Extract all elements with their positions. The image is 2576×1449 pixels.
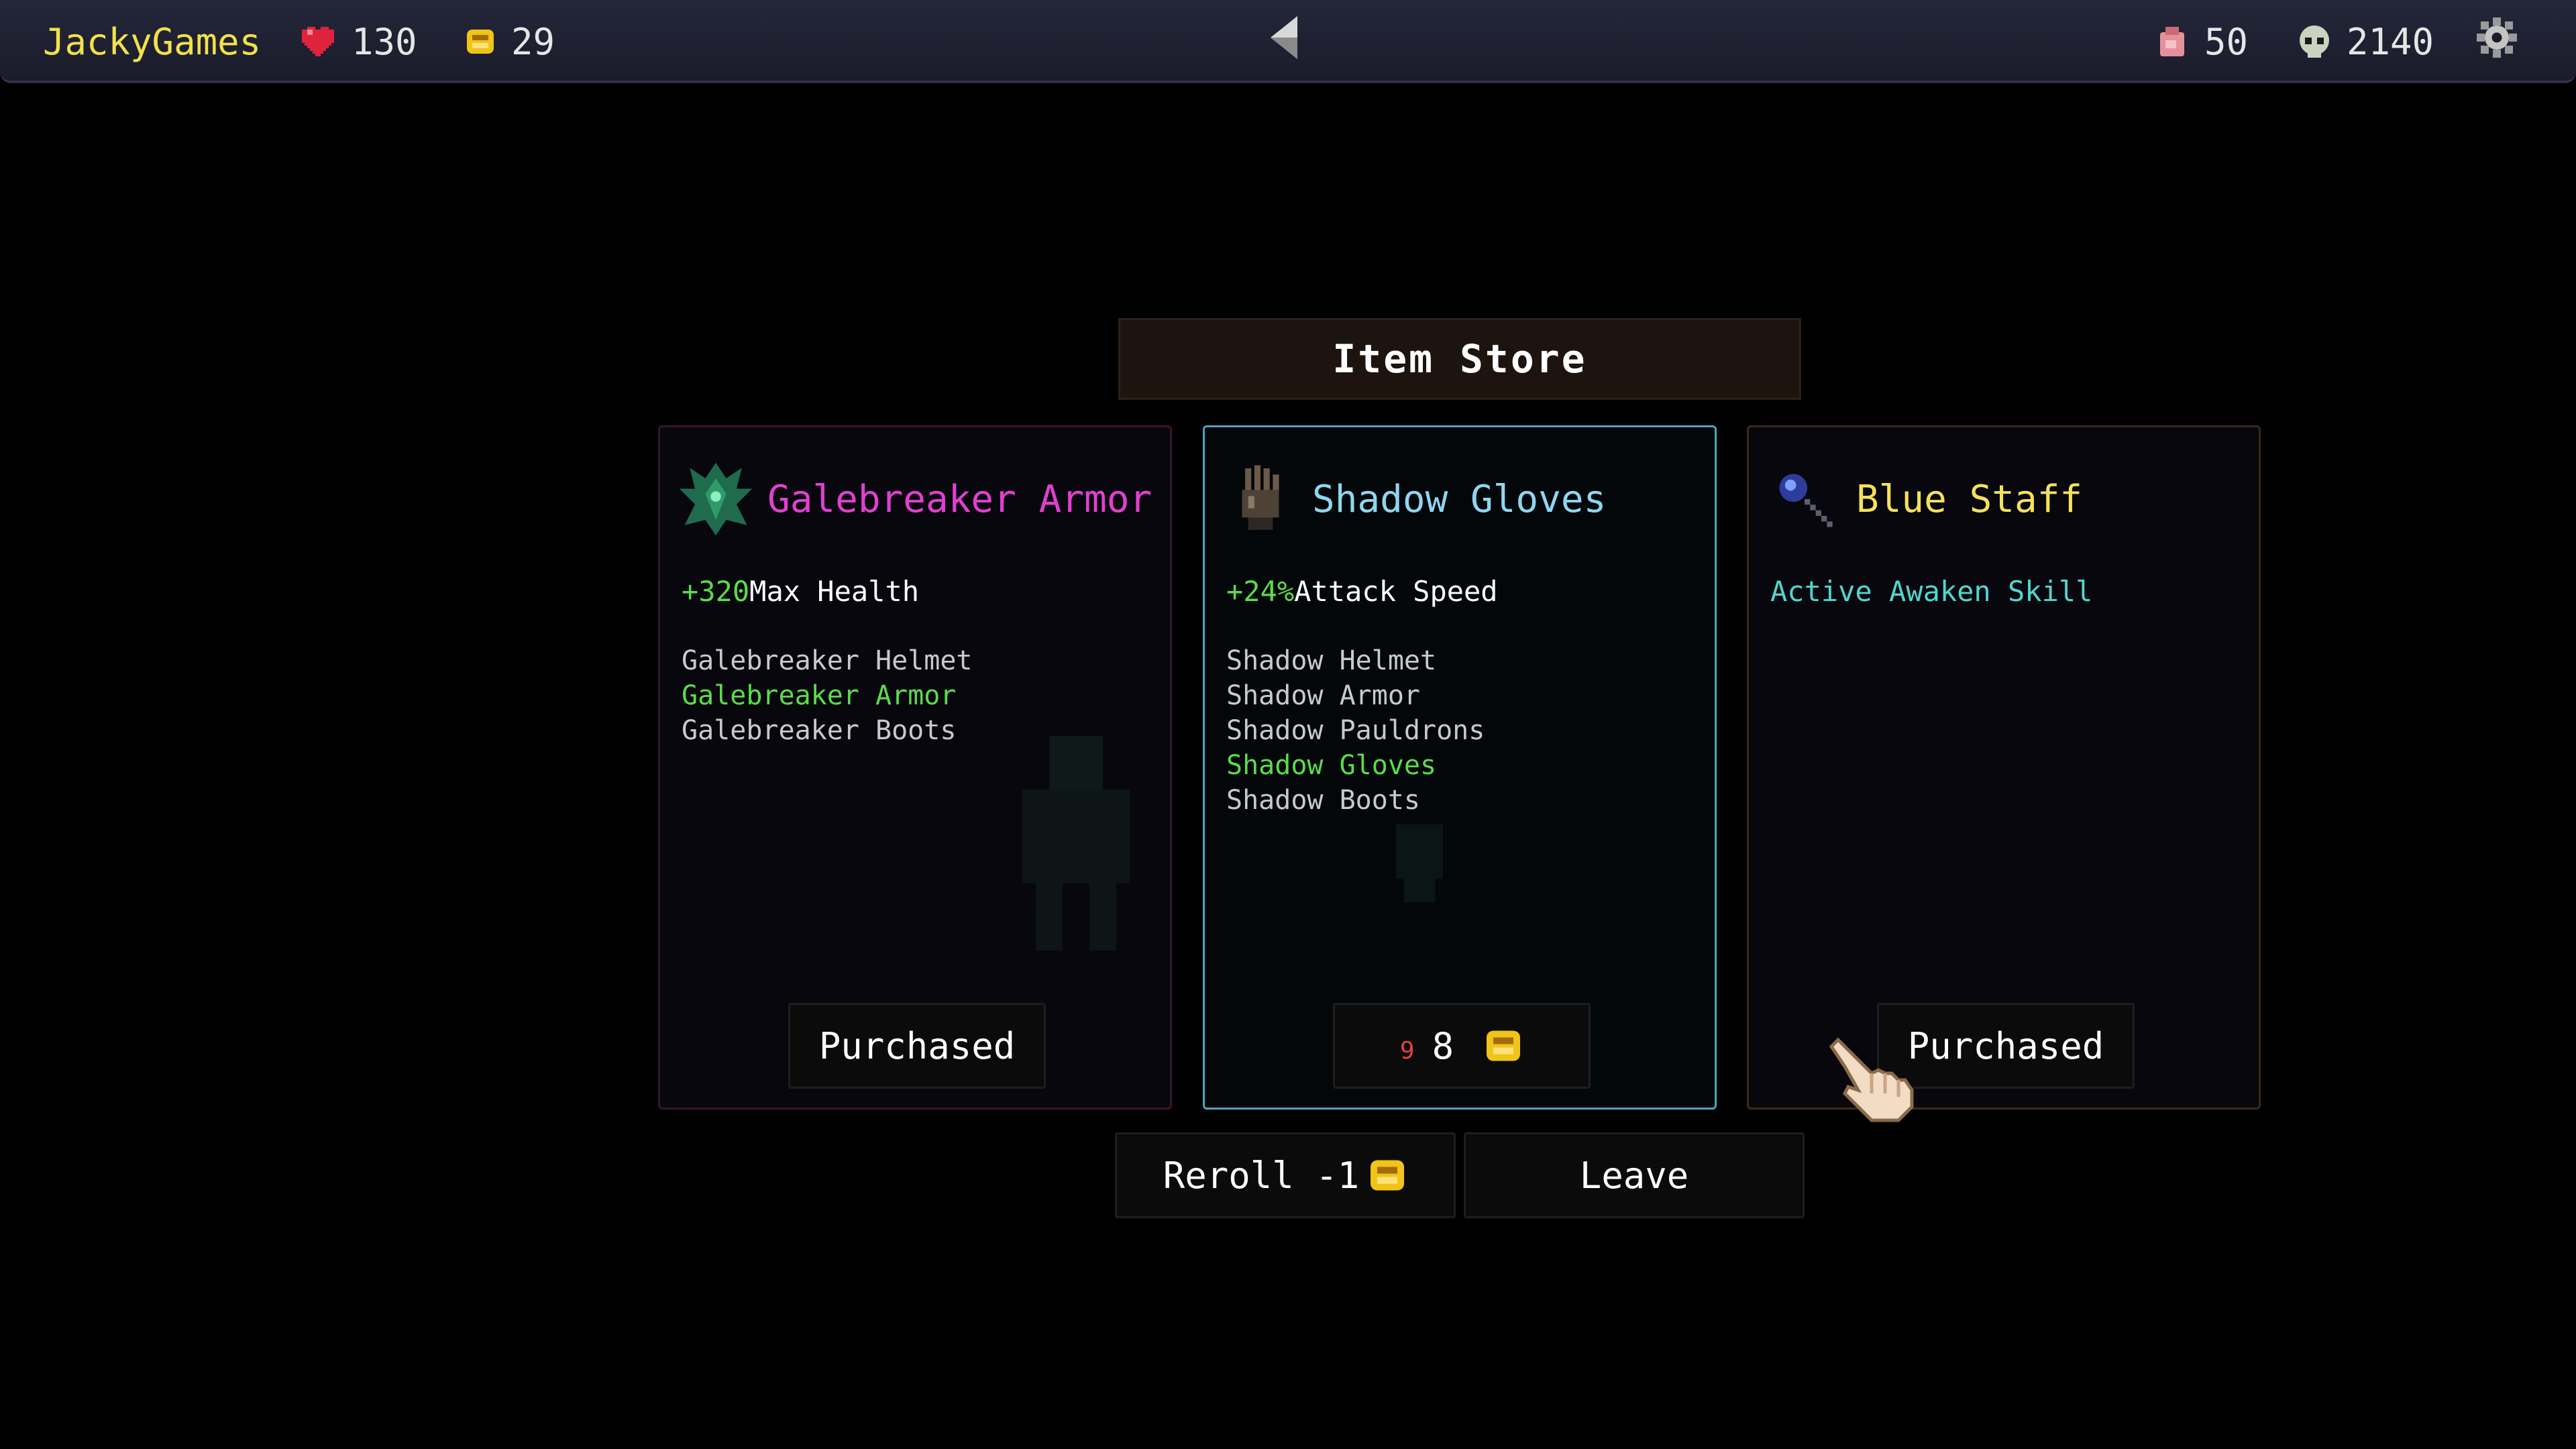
kill-count: 2140 <box>2347 20 2434 63</box>
top-bar: JackyGames 130 29 50 2140 <box>0 0 2576 83</box>
player-name: JackyGames <box>43 20 262 63</box>
reroll-label: Reroll -1 <box>1163 1154 1360 1197</box>
staff-icon <box>1761 455 1848 543</box>
buy-button[interactable]: 9 8 <box>1333 1003 1591 1089</box>
bag-icon <box>2155 24 2190 59</box>
coin-icon <box>1367 1157 1407 1194</box>
reroll-button[interactable]: Reroll -1 <box>1115 1132 1456 1218</box>
gloves-icon <box>1217 455 1304 543</box>
item-name: Shadow Gloves <box>1312 477 1607 521</box>
bag-display: 50 <box>2155 0 2248 83</box>
set-item: Shadow Pauldrons <box>1226 715 1485 746</box>
bag-count: 50 <box>2204 20 2249 63</box>
kills-display: 2140 <box>2297 0 2434 83</box>
coin-icon <box>464 27 496 56</box>
gold-display: 29 <box>464 0 555 83</box>
stat-line: +320Max Health <box>682 575 919 608</box>
health-display: 130 <box>299 0 417 83</box>
card-header: Galebreaker Armor <box>672 455 1152 543</box>
gold-value: 29 <box>511 20 555 63</box>
ability-text: Active Awaken Skill <box>1770 575 2093 608</box>
original-price: 9 <box>1399 1036 1415 1065</box>
store-title: Item Store <box>1118 318 1801 400</box>
settings-button[interactable] <box>2477 0 2517 83</box>
leave-button[interactable]: Leave <box>1464 1132 1805 1218</box>
set-item-list: Galebreaker Helmet Galebreaker Armor Gal… <box>682 643 972 748</box>
back-button[interactable] <box>1271 0 1297 83</box>
set-item: Galebreaker Boots <box>682 715 957 746</box>
store-card-blue-staff[interactable]: Blue Staff Active Awaken Skill Purchased <box>1747 425 2261 1110</box>
price: 8 <box>1432 1024 1454 1067</box>
set-item: Galebreaker Helmet <box>682 645 973 676</box>
store-card-galebreaker-armor[interactable]: Galebreaker Armor +320Max Health Galebre… <box>658 425 1172 1110</box>
set-item: Shadow Boots <box>1226 785 1420 816</box>
set-item: Shadow Armor <box>1226 680 1420 711</box>
card-header: Blue Staff <box>1761 455 2082 543</box>
coin-icon <box>1483 1027 1523 1065</box>
armor-icon <box>672 455 759 543</box>
set-item: Shadow Helmet <box>1226 645 1437 676</box>
set-item-active: Shadow Gloves <box>1226 750 1437 781</box>
card-header: Shadow Gloves <box>1217 455 1606 543</box>
pointing-hand-icon <box>1825 1033 1919 1130</box>
set-item-active: Galebreaker Armor <box>682 680 957 711</box>
skull-icon <box>2297 24 2332 59</box>
gear-icon <box>2477 17 2517 66</box>
item-name: Galebreaker Armor <box>767 477 1152 521</box>
stat-label: Max Health <box>749 575 920 608</box>
stat-line: +24%Attack Speed <box>1226 575 1498 608</box>
item-name: Blue Staff <box>1856 477 2083 521</box>
heart-icon <box>299 24 337 59</box>
stat-label: Attack Speed <box>1294 575 1498 608</box>
left-arrow-icon <box>1271 15 1297 68</box>
set-item-list: Shadow Helmet Shadow Armor Shadow Pauldr… <box>1226 643 1485 818</box>
stat-value: +24% <box>1226 575 1295 608</box>
background-armor-silhouette <box>996 736 1157 953</box>
health-value: 130 <box>352 20 417 63</box>
stat-value: +320 <box>682 575 750 608</box>
background-gloves-silhouette <box>1373 816 1466 913</box>
store-card-shadow-gloves[interactable]: Shadow Gloves +24%Attack Speed Shadow He… <box>1203 425 1717 1110</box>
purchased-button[interactable]: Purchased <box>788 1003 1046 1089</box>
